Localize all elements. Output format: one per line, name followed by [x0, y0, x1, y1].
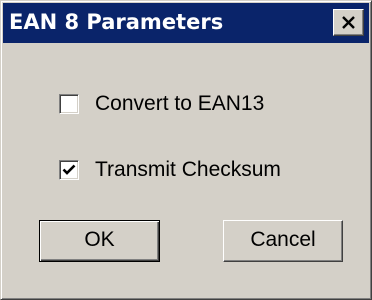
transmit-checksum-checkbox[interactable]	[59, 160, 79, 180]
dialog-window: EAN 8 Parameters Convert to EAN13 Transm…	[0, 0, 372, 300]
convert-to-ean13-checkbox[interactable]	[59, 94, 79, 114]
title-bar[interactable]: EAN 8 Parameters	[3, 3, 369, 43]
window-title: EAN 8 Parameters	[9, 10, 224, 34]
transmit-checksum-label[interactable]: Transmit Checksum	[95, 158, 281, 182]
close-icon	[342, 16, 355, 29]
convert-to-ean13-label[interactable]: Convert to EAN13	[95, 92, 264, 116]
ok-button[interactable]: OK	[39, 220, 160, 262]
cancel-button[interactable]: Cancel	[223, 220, 343, 262]
close-button[interactable]	[333, 9, 364, 36]
checkmark-icon	[62, 164, 76, 175]
